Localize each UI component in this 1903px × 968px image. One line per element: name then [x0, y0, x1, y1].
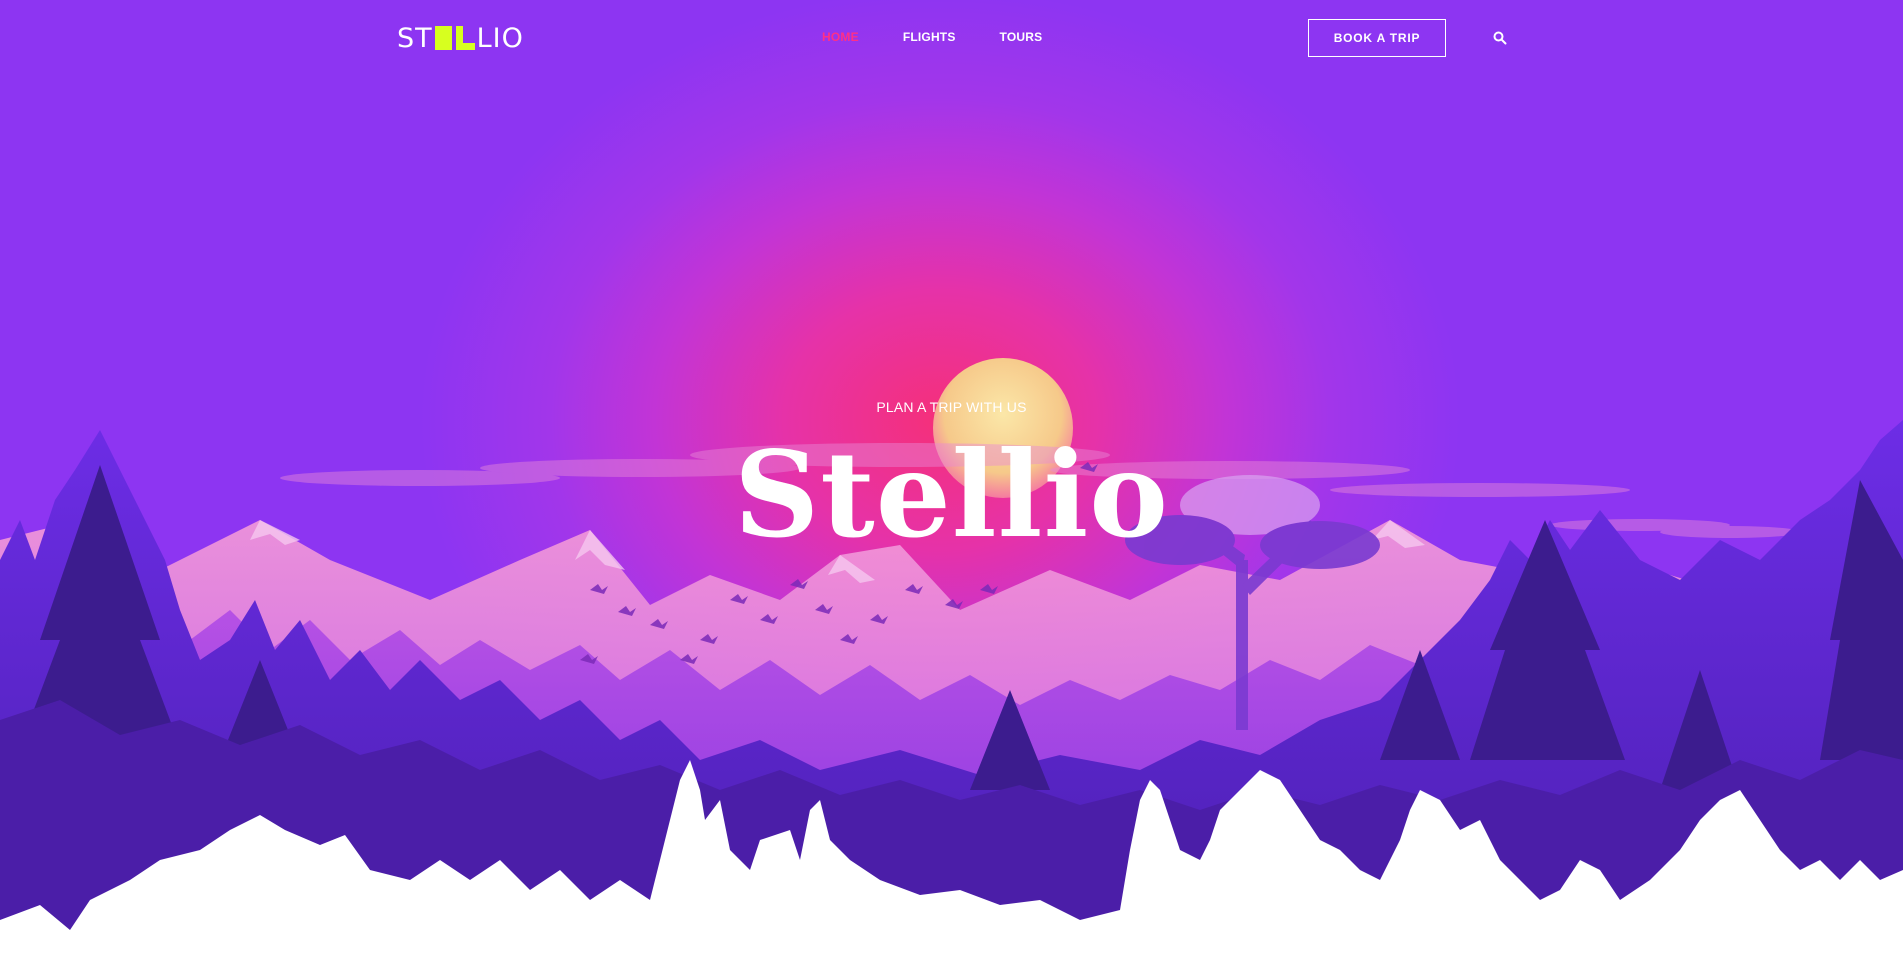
- brand-logo[interactable]: ST LIO: [397, 22, 524, 54]
- nav-item-tours[interactable]: TOURS: [1000, 30, 1043, 44]
- main-nav: HOME FLIGHTS TOURS: [822, 30, 1086, 44]
- logo-text-right: LIO: [476, 22, 524, 54]
- site-header: ST LIO HOME FLIGHTS TOURS BOOK A TRIP: [0, 0, 1903, 78]
- logo-mark: [434, 26, 475, 50]
- hero-title: Stellio: [734, 425, 1169, 564]
- logo-text-left: ST: [397, 22, 433, 54]
- nav-item-home[interactable]: HOME: [822, 30, 859, 44]
- book-trip-button[interactable]: BOOK A TRIP: [1308, 19, 1446, 57]
- hero-section: ST LIO HOME FLIGHTS TOURS BOOK A TRIP PL…: [0, 0, 1903, 968]
- nav-item-flights[interactable]: FLIGHTS: [903, 30, 956, 44]
- hero-subtitle: PLAN A TRIP WITH US: [876, 399, 1027, 415]
- search-icon[interactable]: [1492, 30, 1508, 46]
